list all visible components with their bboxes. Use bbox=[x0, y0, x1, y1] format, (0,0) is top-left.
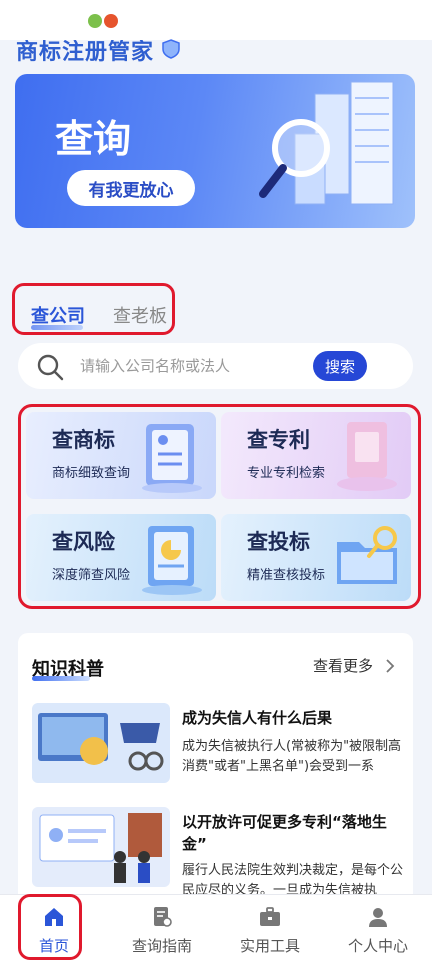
section-title-underline bbox=[32, 676, 90, 681]
app-notification-icon bbox=[88, 14, 102, 28]
banner-title: 查询 bbox=[55, 117, 132, 161]
user-icon bbox=[369, 908, 387, 927]
hero-banner[interactable]: 查询 有我更放心 bbox=[15, 74, 415, 228]
nav-label: 个人中心 bbox=[347, 937, 408, 955]
search-icon bbox=[37, 354, 64, 381]
view-more-link[interactable]: 查看更多 bbox=[313, 655, 373, 676]
article-title: 成为失信人有什么后果 bbox=[182, 709, 333, 727]
guide-icon bbox=[154, 907, 172, 927]
tabs-highlight-box bbox=[12, 283, 175, 335]
banner-button[interactable]: 有我更放心 bbox=[67, 170, 195, 206]
chevron-right-icon[interactable] bbox=[384, 659, 396, 673]
shield-logo-icon bbox=[162, 39, 180, 59]
search-input[interactable] bbox=[80, 351, 300, 381]
nav-label: 实用工具 bbox=[239, 937, 300, 955]
article-item[interactable]: 以开放许可促更多专利“落地生金” 履行人民法院生效判决裁定，是每个公民应尽的义务… bbox=[32, 807, 404, 898]
nav-label: 查询指南 bbox=[131, 937, 192, 955]
article-title: 以开放许可促更多专利“落地生金” bbox=[182, 813, 387, 853]
nav-profile[interactable]: 个人中心 bbox=[324, 895, 432, 964]
search-bar: 搜索 bbox=[18, 343, 413, 389]
article-thumbnail bbox=[32, 807, 170, 887]
nav-guide[interactable]: 查询指南 bbox=[108, 895, 216, 964]
buildings-magnifier-illustration bbox=[259, 81, 394, 205]
search-button[interactable]: 搜索 bbox=[313, 351, 367, 381]
knowledge-panel: 知识科普 查看更多 成为失信人有什么后果 成为失信被执行人(常被称为"被限制高消… bbox=[18, 633, 413, 908]
article-item[interactable]: 成为失信人有什么后果 成为失信被执行人(常被称为"被限制高消费"或者"上黑名单"… bbox=[32, 703, 404, 783]
nav-tools[interactable]: 实用工具 bbox=[216, 895, 324, 964]
article-summary: 成为失信被执行人(常被称为"被限制高消费"或者"上黑名单")会受到一系 bbox=[182, 739, 402, 774]
weibo-notification-icon bbox=[104, 14, 118, 28]
article-thumbnail bbox=[32, 703, 170, 783]
status-bar bbox=[0, 0, 432, 40]
home-highlight-box bbox=[18, 894, 82, 960]
toolbox-icon bbox=[260, 907, 280, 926]
services-highlight-box bbox=[18, 404, 421, 609]
